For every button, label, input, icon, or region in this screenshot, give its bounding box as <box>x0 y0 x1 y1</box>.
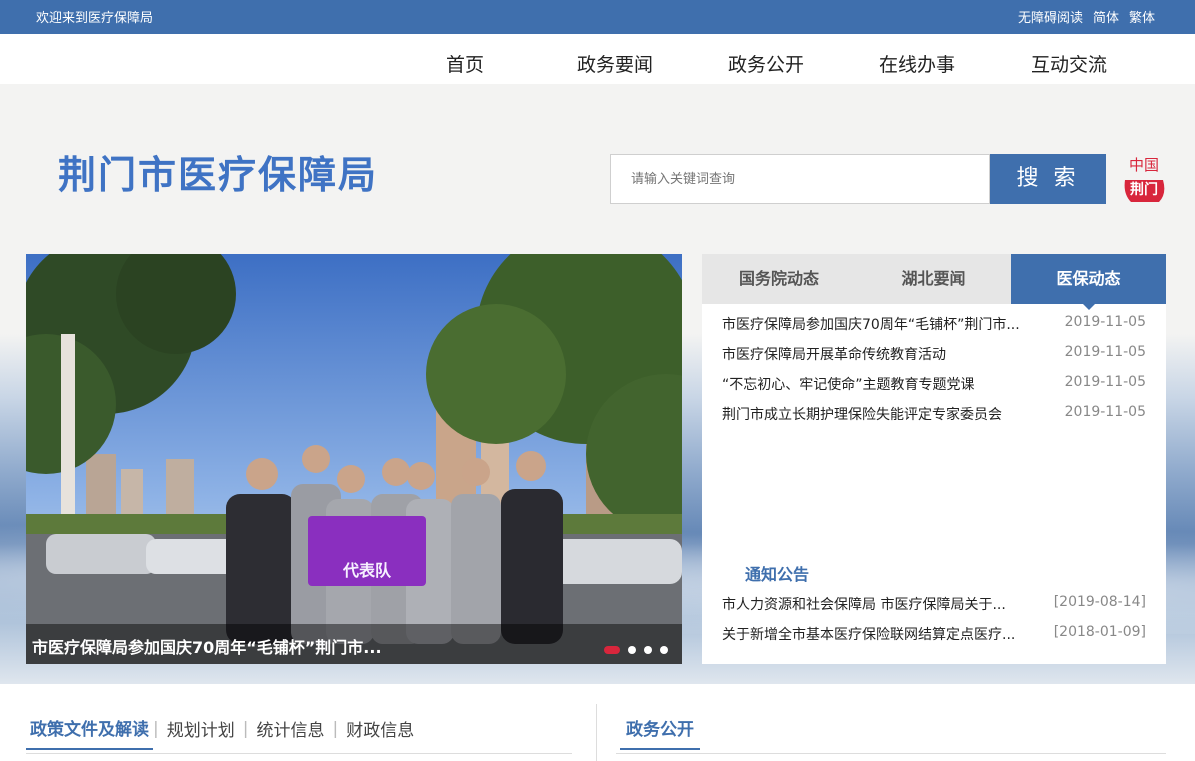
tab-public-affairs[interactable]: 政务公开 <box>620 715 700 750</box>
slide-caption-bar: 市医疗保障局参加国庆70周年“毛铺杯”荆门市... <box>26 624 682 664</box>
slider-dot-3[interactable] <box>644 646 652 654</box>
news-date: 2019-11-05 <box>1064 314 1146 330</box>
news-title[interactable]: 荆门市成立长期护理保险失能评定专家委员会 <box>722 404 1042 424</box>
slider-dot-1[interactable] <box>604 646 620 654</box>
slider-dots <box>604 646 668 654</box>
search-box <box>610 154 990 204</box>
tab-policy-docs[interactable]: 政策文件及解读 <box>26 715 153 750</box>
news-panel: 国务院动态 湖北要闻 医保动态 市医疗保障局参加国庆70周年“毛铺杯”荆门市..… <box>702 254 1166 664</box>
notice-date: [2018-01-09] <box>1053 624 1146 640</box>
slide-banner-text: 代表队 <box>342 561 392 580</box>
slide-caption[interactable]: 市医疗保障局参加国庆70周年“毛铺杯”荆门市... <box>32 634 382 658</box>
news-tabs: 国务院动态 湖北要闻 医保动态 <box>702 254 1166 310</box>
slider-dot-4[interactable] <box>660 646 668 654</box>
photo-slider[interactable]: 代表队 市医疗保障局参加国庆70周年“毛铺杯”荆门市... <box>26 254 682 664</box>
news-date: 2019-11-05 <box>1064 374 1146 390</box>
nav-item-home[interactable]: 首页 <box>446 50 484 77</box>
slide-photo: 代表队 <box>26 254 682 664</box>
tab-hubei-news[interactable]: 湖北要闻 <box>856 254 1011 304</box>
notice-list: 市人力资源和社会保障局 市医疗保障局关于... [2019-08-14] 关于新… <box>722 592 1146 652</box>
logo-text-top: 中国 <box>1129 156 1159 174</box>
section-divider-line <box>26 753 572 754</box>
search-input[interactable] <box>611 155 989 203</box>
news-date: 2019-11-05 <box>1064 404 1146 420</box>
accessibility-link[interactable]: 无障碍阅读 <box>1018 7 1083 26</box>
list-item[interactable]: “不忘初心、牢记使命”主题教育专题党课 2019-11-05 <box>722 372 1146 402</box>
policy-tabs: 政策文件及解读 | 规划计划 | 统计信息 | 财政信息 <box>26 715 422 750</box>
nav-item-interaction[interactable]: 互动交流 <box>1031 50 1107 77</box>
news-date: 2019-11-05 <box>1064 344 1146 360</box>
notice-title[interactable]: 关于新增全市基本医疗保险联网结算定点医疗... <box>722 624 1032 644</box>
top-bar: 欢迎来到医疗保障局 无障碍阅读 简体 繁体 <box>0 0 1195 34</box>
news-title[interactable]: 市医疗保障局参加国庆70周年“毛铺杯”荆门市... <box>722 314 1042 334</box>
city-logo-icon: 中国 荆门 <box>1124 156 1165 202</box>
main-nav: 首页 政务要闻 政务公开 在线办事 互动交流 <box>0 34 1195 84</box>
tab-planning[interactable]: 规划计划 <box>159 716 243 749</box>
nav-item-news[interactable]: 政务要闻 <box>577 50 653 77</box>
site-title: 荆门市医疗保障局 <box>58 153 379 197</box>
list-item[interactable]: 市人力资源和社会保障局 市医疗保障局关于... [2019-08-14] <box>722 592 1146 622</box>
nav-item-online-services[interactable]: 在线办事 <box>879 50 955 77</box>
simplified-chinese-link[interactable]: 简体 <box>1093 7 1119 26</box>
tab-statistics[interactable]: 统计信息 <box>248 716 332 749</box>
welcome-text: 欢迎来到医疗保障局 <box>36 11 154 26</box>
section-divider-line <box>616 753 1166 754</box>
tab-medical-insurance-news[interactable]: 医保动态 <box>1011 254 1166 310</box>
list-item[interactable]: 关于新增全市基本医疗保险联网结算定点医疗... [2018-01-09] <box>722 622 1146 652</box>
bottom-sections: 政策文件及解读 | 规划计划 | 统计信息 | 财政信息 政务公开 <box>0 684 1195 761</box>
list-item[interactable]: 市医疗保障局开展革命传统教育活动 2019-11-05 <box>722 342 1146 372</box>
notice-date: [2019-08-14] <box>1053 594 1146 610</box>
news-list: 市医疗保障局参加国庆70周年“毛铺杯”荆门市... 2019-11-05 市医疗… <box>722 312 1146 432</box>
traditional-chinese-link[interactable]: 繁体 <box>1129 7 1155 26</box>
vertical-divider <box>596 704 597 761</box>
nav-item-public-affairs[interactable]: 政务公开 <box>728 50 804 77</box>
list-item[interactable]: 市医疗保障局参加国庆70周年“毛铺杯”荆门市... 2019-11-05 <box>722 312 1146 342</box>
list-item[interactable]: 荆门市成立长期护理保险失能评定专家委员会 2019-11-05 <box>722 402 1146 432</box>
tab-finance[interactable]: 财政信息 <box>338 716 422 749</box>
slider-dot-2[interactable] <box>628 646 636 654</box>
tab-state-council[interactable]: 国务院动态 <box>702 254 856 304</box>
top-links: 无障碍阅读 简体 繁体 <box>1018 7 1155 26</box>
notice-title[interactable]: 市人力资源和社会保障局 市医疗保障局关于... <box>722 594 1032 614</box>
logo-text-bottom: 荆门 <box>1130 181 1158 198</box>
news-title[interactable]: “不忘初心、牢记使命”主题教育专题党课 <box>722 374 1042 394</box>
news-title[interactable]: 市医疗保障局开展革命传统教育活动 <box>722 344 1042 364</box>
notice-heading[interactable]: 通知公告 <box>745 561 809 585</box>
search-button[interactable]: 搜 索 <box>990 154 1106 204</box>
